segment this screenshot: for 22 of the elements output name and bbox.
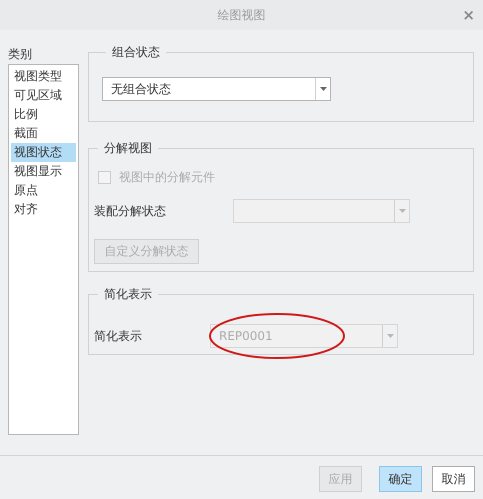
category-item[interactable]: 视图类型 bbox=[11, 67, 76, 86]
category-item[interactable]: 截面 bbox=[11, 124, 76, 143]
category-item[interactable]: 视图显示 bbox=[11, 162, 76, 181]
category-item[interactable]: 可见区域 bbox=[11, 86, 76, 105]
field-label: 简化表示 bbox=[94, 328, 143, 344]
checkbox-label: 视图中的分解元件 bbox=[119, 169, 215, 186]
caret-icon bbox=[320, 87, 326, 91]
window-title: 绘图视图 bbox=[218, 6, 266, 24]
category-item[interactable]: 原点 bbox=[11, 181, 76, 200]
field-label: 装配分解状态 bbox=[94, 202, 167, 220]
group-title: 分解视图 bbox=[103, 140, 153, 157]
category-item[interactable]: 对齐 bbox=[11, 200, 76, 219]
caret-icon bbox=[386, 334, 394, 338]
group-title: 组合状态 bbox=[111, 44, 161, 61]
category-item[interactable]: 比例 bbox=[11, 105, 76, 124]
category-item[interactable]: 视图状态 bbox=[11, 143, 76, 162]
category-label: 类别 bbox=[8, 46, 33, 63]
dialog-button[interactable]: 取消 bbox=[432, 466, 475, 492]
dialog-button[interactable]: 确定 bbox=[379, 466, 422, 492]
caret-icon bbox=[398, 209, 406, 213]
dropdown[interactable]: 无组合状态 bbox=[102, 77, 331, 101]
group-title: 简化表示 bbox=[103, 286, 153, 303]
